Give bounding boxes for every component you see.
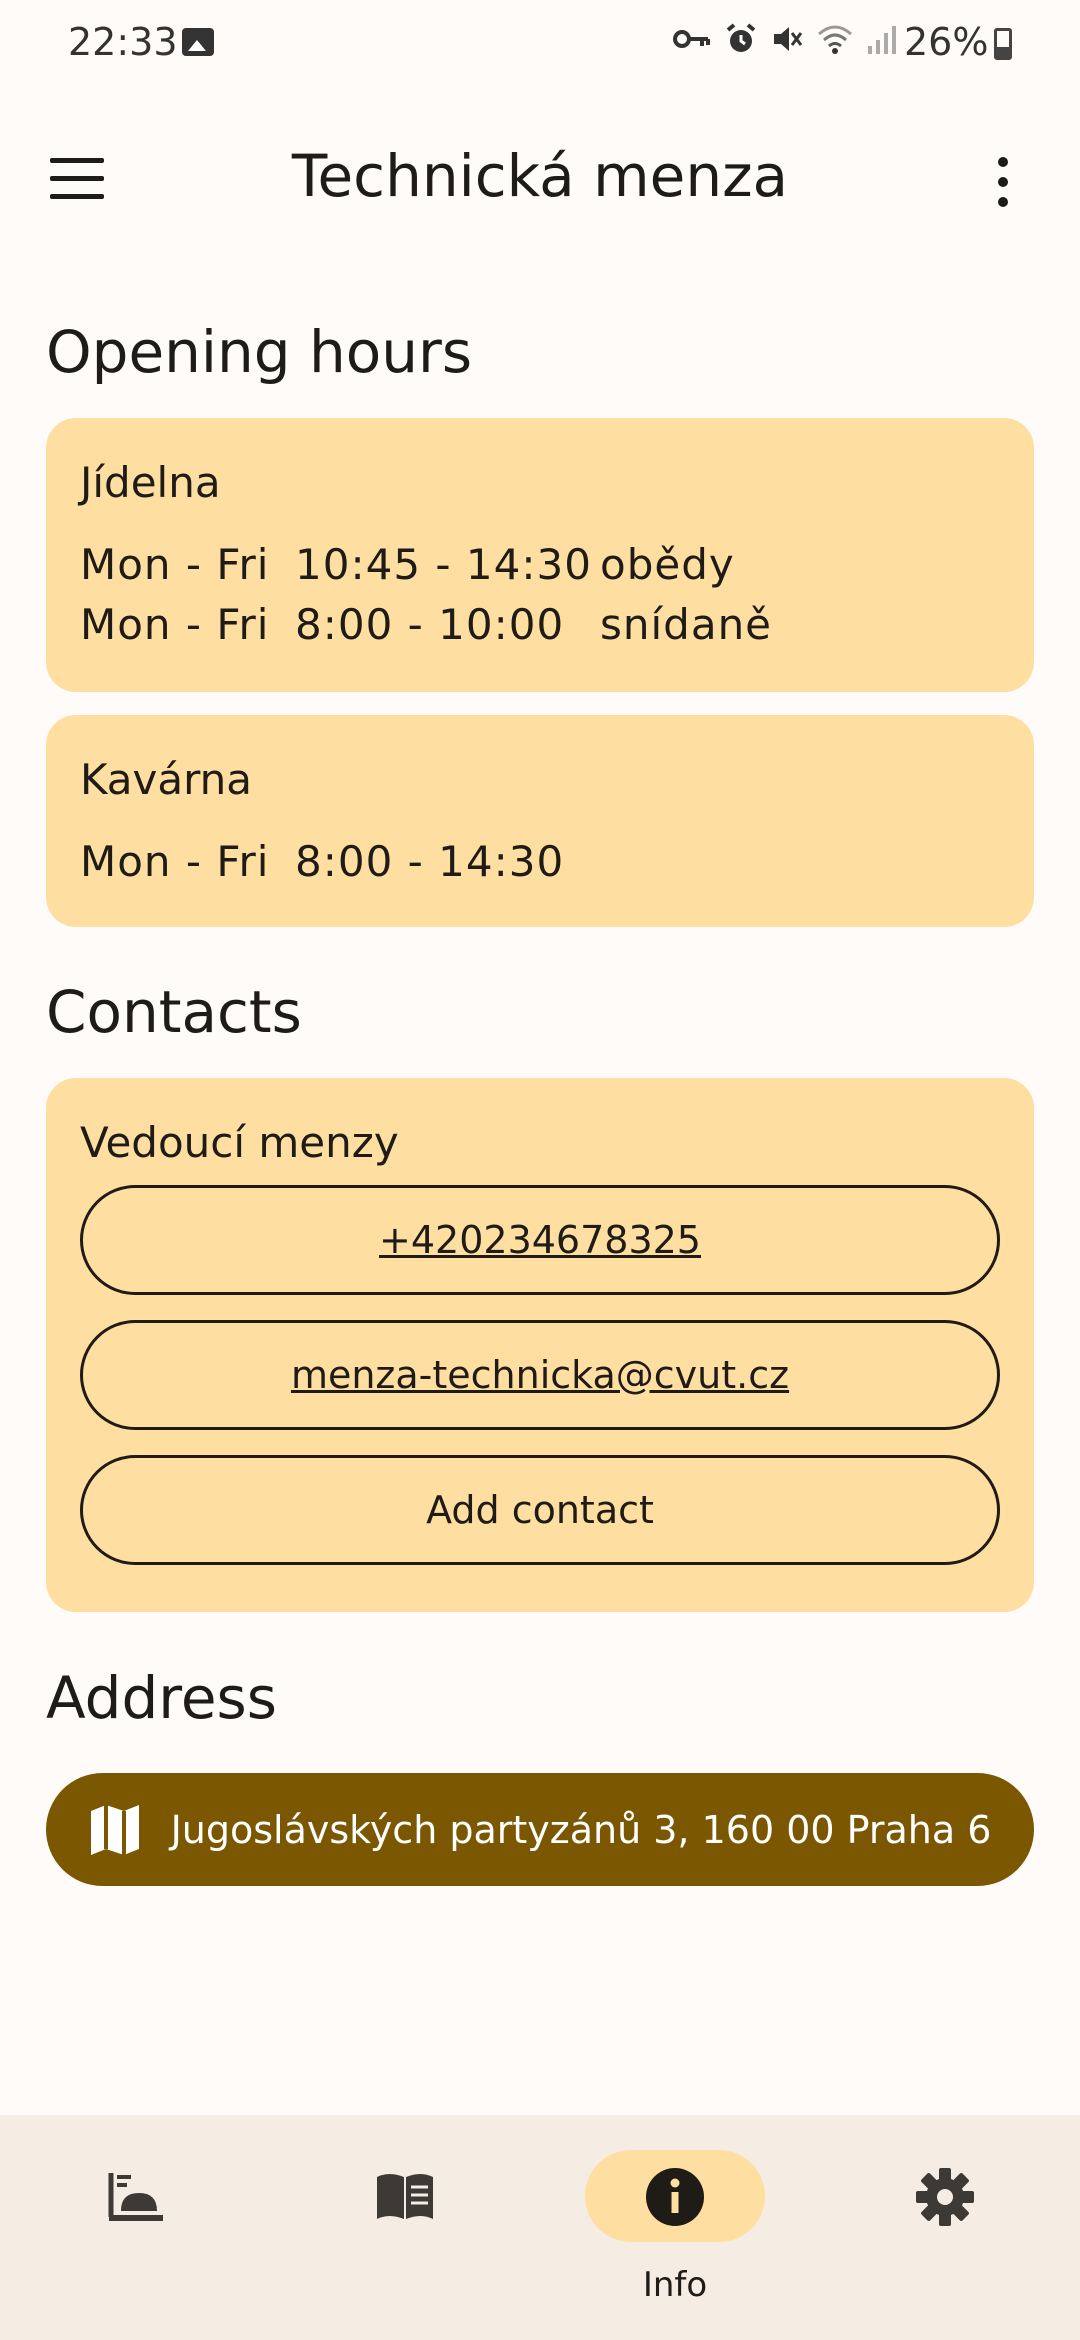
- nav-item-settings[interactable]: [810, 2115, 1080, 2340]
- contacts-heading: Contacts: [46, 978, 302, 1046]
- status-time: 22:33: [68, 20, 178, 64]
- nav-label-info: Info: [642, 2265, 708, 2305]
- alarm-icon: [726, 23, 756, 52]
- map-icon: [90, 1804, 139, 1855]
- hours-card-jidelna: Jídelna Mon - Fri 10:45 - 14:30 obědy Mo…: [46, 418, 1034, 692]
- hours-note: obědy: [600, 540, 735, 589]
- info-icon: [646, 2168, 704, 2226]
- add-contact-label: Add contact: [426, 1488, 654, 1532]
- email-link[interactable]: menza-technicka@cvut.cz: [291, 1353, 789, 1397]
- more-options-icon[interactable]: [988, 152, 1018, 212]
- hours-card-kavarna: Kavárna Mon - Fri 8:00 - 14:30: [46, 715, 1034, 927]
- mute-icon: [774, 27, 803, 51]
- gallery-notification-icon: [182, 28, 214, 56]
- signal-icon: [868, 26, 896, 54]
- email-button[interactable]: menza-technicka@cvut.cz: [80, 1320, 1000, 1430]
- place-name: Jídelna: [80, 458, 221, 507]
- page-title: Technická menza: [291, 142, 789, 210]
- battery-percent: 26%: [904, 20, 989, 64]
- nav-item-menza[interactable]: [0, 2115, 270, 2340]
- gear-icon: [916, 2168, 974, 2226]
- status-icons: [672, 22, 896, 56]
- address-heading: Address: [46, 1664, 277, 1732]
- battery-icon: [994, 28, 1012, 60]
- hours-note: snídaně: [600, 600, 773, 649]
- address-map-button[interactable]: Jugoslávských partyzánů 3, 160 00 Praha …: [46, 1773, 1034, 1886]
- add-contact-button[interactable]: Add contact: [80, 1455, 1000, 1565]
- hours-days: Mon - Fri: [80, 540, 270, 589]
- nav-item-menu[interactable]: [270, 2115, 540, 2340]
- status-bar: 22:33 26%: [0, 0, 1080, 90]
- wifi-icon: [818, 25, 852, 54]
- hours-days: Mon - Fri: [80, 600, 270, 649]
- hours-time: 8:00 - 10:00: [295, 600, 565, 649]
- bottom-navigation: Info: [0, 2115, 1080, 2340]
- canteen-food-icon: [108, 2173, 163, 2221]
- address-text: Jugoslávských partyzánů 3, 160 00 Praha …: [170, 1807, 992, 1852]
- contact-card: Vedoucí menzy +420234678325 menza-techni…: [46, 1078, 1034, 1612]
- phone-button[interactable]: +420234678325: [80, 1185, 1000, 1295]
- hours-time: 10:45 - 14:30: [295, 540, 592, 589]
- opening-hours-heading: Opening hours: [46, 318, 473, 386]
- hours-days: Mon - Fri: [80, 837, 270, 886]
- contact-group-name: Vedoucí menzy: [80, 1118, 399, 1167]
- app-bar: Technická menza: [0, 120, 1080, 240]
- menu-book-icon: [377, 2174, 433, 2219]
- place-name: Kavárna: [80, 755, 253, 804]
- vpn-key-icon: [673, 30, 710, 48]
- nav-item-info[interactable]: Info: [540, 2115, 810, 2340]
- phone-link[interactable]: +420234678325: [379, 1218, 701, 1262]
- hours-time: 8:00 - 14:30: [295, 837, 565, 886]
